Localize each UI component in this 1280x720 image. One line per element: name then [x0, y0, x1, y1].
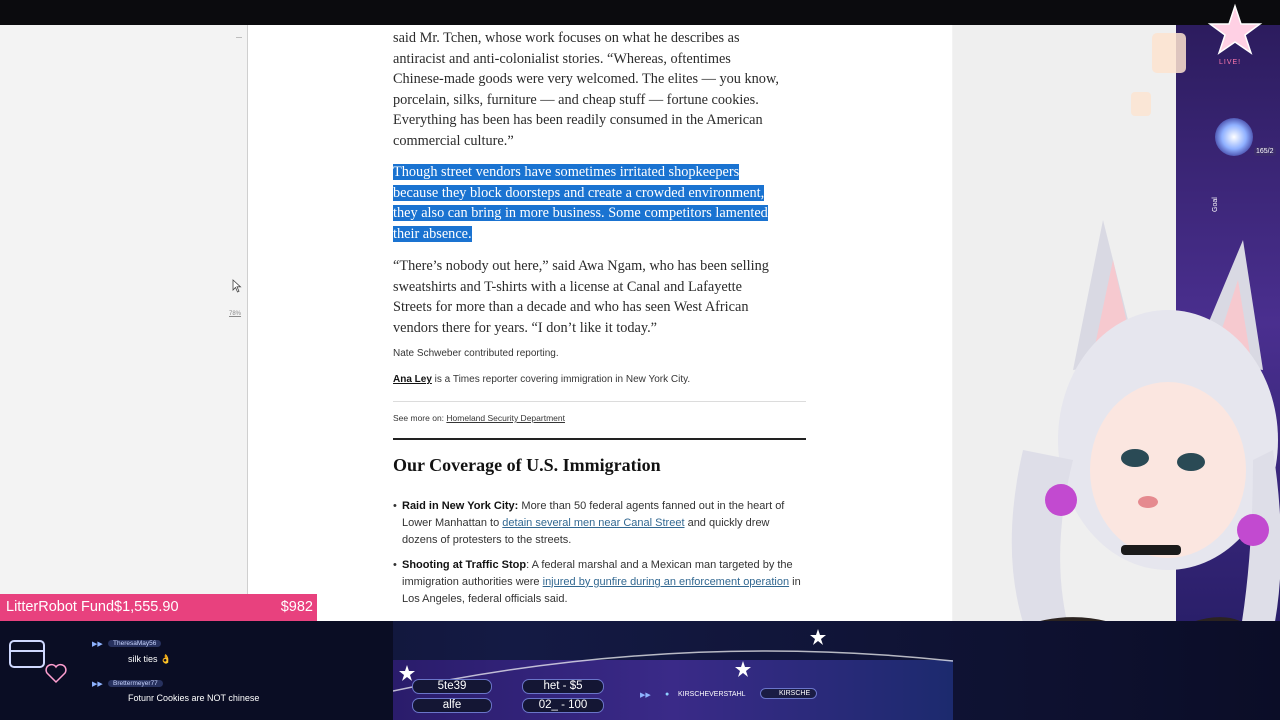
contrib-text: Nate Schweber contributed reporting. [393, 348, 559, 359]
ticker-pill: het - $5 [522, 679, 604, 694]
social-badge: KIRSCHE [760, 688, 818, 699]
social-handle: KIRSCHE [779, 690, 811, 697]
live-label: LIVE! [1219, 59, 1242, 66]
chat-message: silk ties 👌 [128, 654, 172, 664]
divider [393, 401, 806, 402]
chat-arrow-icon: ▶▶ [92, 681, 103, 688]
chat-arrow-icon: ▶▶ [640, 692, 651, 699]
heart-icon [45, 663, 67, 684]
text-line: commercial culture.” [393, 132, 514, 149]
text-line: antiracist and anti-colonialist stories.… [393, 50, 731, 67]
paragraph-selected[interactable]: Though street vendors have sometimes irr… [393, 162, 806, 244]
zoom-label[interactable]: 78% [229, 311, 241, 317]
chat-username: TheresaMay56 [108, 640, 162, 647]
ticker-pill: alfe [412, 698, 492, 713]
text-line: sweatshirts and T-shirts with a license … [393, 278, 742, 295]
fund-goal: $982 [280, 599, 313, 615]
text-line: said Mr. Tchen, whose work focuses on wh… [393, 30, 740, 46]
text-line: vendors there for years. “I don’t like i… [393, 319, 658, 336]
author-desc: is a Times reporter covering immigration… [431, 374, 691, 385]
bullet-title: Raid in New York City: [402, 500, 519, 512]
selected-text-line[interactable]: Though street vendors have sometimes irr… [393, 164, 740, 180]
list-item: • Shooting at Traffic Stop: A federal ma… [393, 557, 806, 609]
contributor-note: Nate Schweber contributed reporting. [393, 348, 806, 359]
orb-decoration [1215, 118, 1253, 156]
ticker-pill: 02_ - 100 [522, 698, 604, 713]
text-line: “There’s nobody out here,” said Awa Ngam… [393, 258, 769, 274]
paragraph-ngam: “There’s nobody out here,” said Awa Ngam… [393, 256, 806, 338]
selected-text-line[interactable]: because they block doorsteps and create … [393, 184, 765, 201]
top-bar [0, 0, 1280, 25]
chat-username: Brettermeyer77 [108, 680, 163, 687]
see-more-label: See more on: [393, 413, 447, 423]
bullet-dot: • [393, 500, 397, 512]
selected-text-line[interactable]: their absence. [393, 225, 472, 242]
lantern-decoration [1131, 92, 1151, 116]
fund-name-amount: LitterRobot Fund$1,555.90 [6, 599, 179, 615]
text-line: porcelain, silks, furniture — and cheap … [393, 91, 759, 108]
goal-counter: 165/2 [1254, 147, 1276, 156]
author-bio: Ana Ley is a Times reporter covering imm… [393, 374, 806, 385]
social-handle: KIRSCHEVERSTAHL [678, 691, 746, 698]
coverage-section: Our Coverage of U.S. Immigration [393, 455, 806, 476]
twitter-icon: ● [665, 691, 670, 698]
ticker-pill: 5te39 [412, 679, 492, 694]
bullet-dot: • [393, 559, 397, 571]
left-blank-panel [0, 25, 248, 595]
panel-dash [236, 37, 242, 38]
selected-text-line[interactable]: they also can bring in more business. So… [393, 205, 768, 222]
chat-message: Fotunr Cookies are NOT chinese [128, 693, 260, 703]
chat-box: ▶▶ TheresaMay56 silk ties 👌 ▶▶ Bretterme… [0, 621, 393, 720]
fund-amount: $1,555.90 [114, 599, 179, 615]
text-line: Chinese-made goods were very welcomed. T… [393, 71, 779, 88]
fund-bar: LitterRobot Fund$1,555.90 $982 [0, 594, 317, 621]
bullet-title: Shooting at Traffic Stop [402, 559, 527, 571]
heavy-divider [393, 438, 806, 440]
list-item: • Raid in New York City: More than 50 fe… [393, 498, 806, 550]
star-icon [1207, 3, 1263, 55]
bullet-link[interactable]: detain several men near Canal Street [502, 517, 684, 529]
text-line: Streets for more than a decade and who h… [393, 299, 749, 316]
bullet-link[interactable]: injured by gunfire during an enforcement… [543, 576, 789, 588]
mouse-cursor-icon [232, 279, 242, 293]
topic-link[interactable]: Homeland Security Department [446, 413, 565, 423]
paragraph-tchen: said Mr. Tchen, whose work focuses on wh… [393, 28, 806, 152]
text-line: Everything has been has been readily con… [393, 112, 763, 129]
author-link[interactable]: Ana Ley [393, 374, 432, 385]
see-more: See more on: Homeland Security Departmen… [393, 413, 806, 423]
coverage-heading: Our Coverage of U.S. Immigration [393, 455, 661, 475]
lantern-decoration [1152, 33, 1186, 73]
fund-name: LitterRobot Fund [6, 599, 115, 615]
article-page: said Mr. Tchen, whose work focuses on wh… [248, 25, 952, 621]
chat-arrow-icon: ▶▶ [92, 641, 103, 648]
